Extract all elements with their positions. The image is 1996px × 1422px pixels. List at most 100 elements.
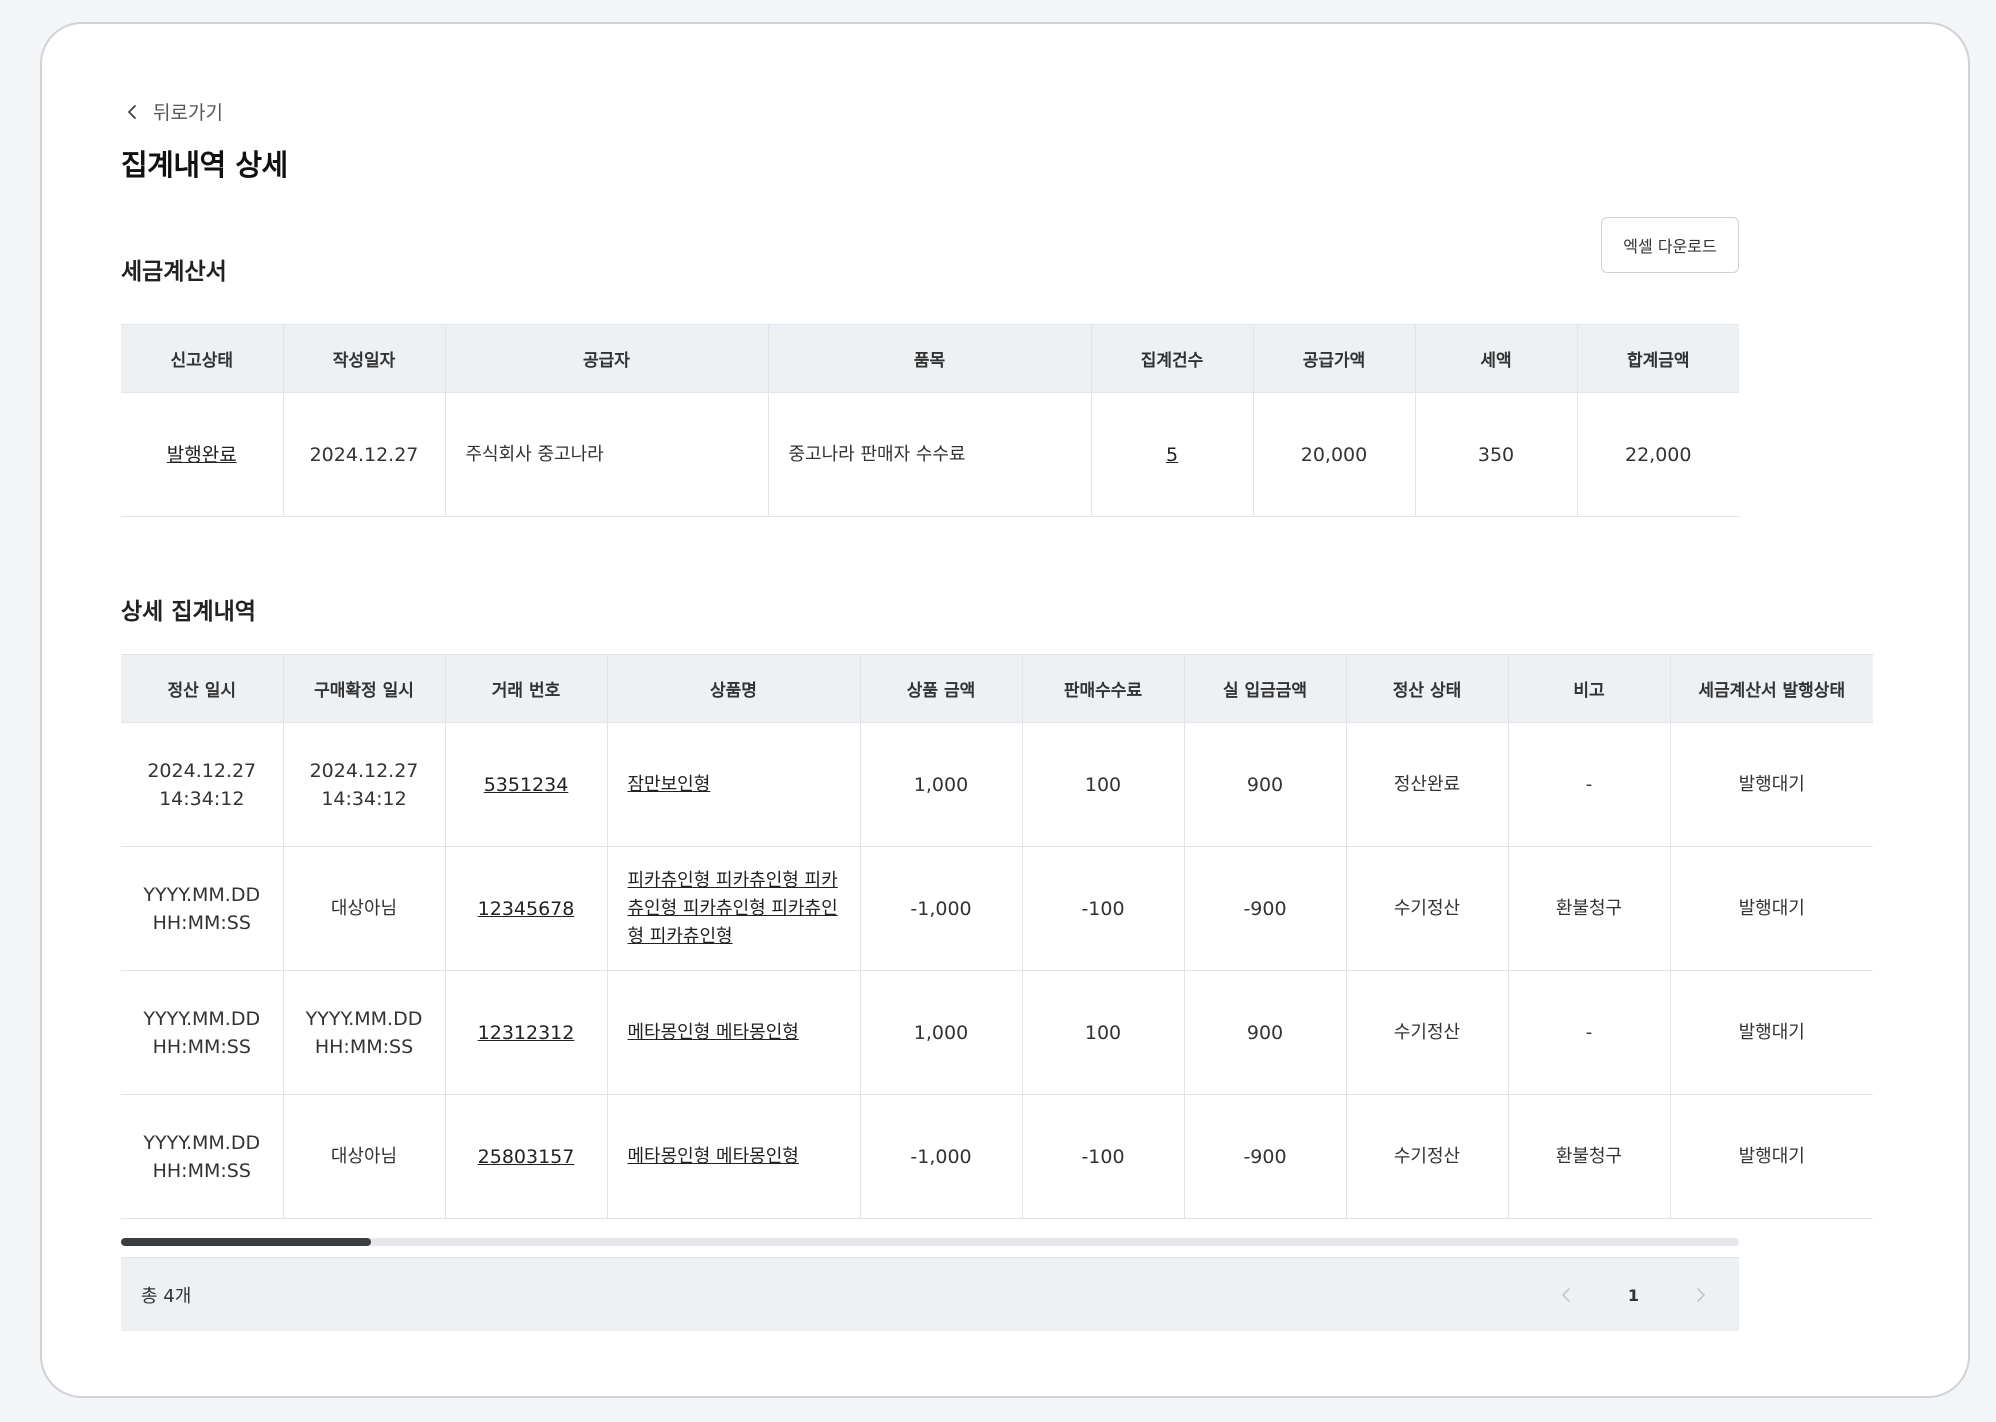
item-cell: 중고나라 판매자 수수료 [768,392,1092,517]
trade-number-link[interactable]: 12345678 [478,898,575,920]
supply-amount: 20,000 [1253,392,1416,517]
product-price: 1,000 [860,970,1023,1095]
column-header: 세금계산서 발행상태 [1670,654,1873,723]
table-row: 2024.12.27 14:34:12 2024.12.27 14:34:12 53… [121,722,1873,847]
sales-fee: 100 [1022,722,1185,847]
settle-date: YYYY.MM.DD [143,883,261,906]
trade-number-link[interactable]: 25803157 [478,1146,575,1168]
invoice-status: 발행대기 [1670,970,1873,1095]
report-status-link[interactable]: 발행완료 [167,444,237,466]
deposit-amount: -900 [1184,846,1347,971]
confirm-date: 2024.12.27 [309,759,419,782]
chevron-left-icon [128,104,136,119]
deposit-amount: 900 [1184,970,1347,1095]
settle-datetime: YYYY.MM.DD HH:MM:SS [121,1094,284,1219]
detail-table: 정산 일시 구매확정 일시 거래 번호 상품명 상품 금액 판매수수료 실 입금… [121,654,1873,1219]
column-header: 거래 번호 [445,654,608,723]
column-header: 품목 [768,324,1092,393]
table-row: YYYY.MM.DD HH:MM:SS YYYY.MM.DD HH:MM:SS 12… [121,970,1873,1095]
excel-download-button[interactable]: 엑셀 다운로드 [1601,217,1739,273]
confirm-date: 대상아님 [283,1094,446,1219]
note-cell: 환불청구 [1508,1094,1671,1219]
tax-invoice-table: 신고상태 작성일자 공급자 품목 집계건수 공급가액 세액 합계금액 발행완료 … [121,324,1739,517]
settle-time: HH:MM:SS [152,911,251,934]
table-footer: 총 4개 1 [121,1257,1739,1331]
product-price: -1,000 [860,846,1023,971]
back-label: 뒤로가기 [153,102,223,124]
settle-datetime: YYYY.MM.DD HH:MM:SS [121,846,284,971]
confirm-date: YYYY.MM.DD [305,1007,423,1030]
deposit-amount: -900 [1184,1094,1347,1219]
confirm-datetime: 2024.12.27 14:34:12 [283,722,446,847]
back-link[interactable]: 뒤로가기 [121,98,223,125]
sales-fee: -100 [1022,1094,1185,1219]
column-header: 정산 일시 [121,654,284,723]
column-header: 실 입금금액 [1184,654,1347,723]
settle-date: YYYY.MM.DD [143,1007,261,1030]
settle-date: YYYY.MM.DD [143,1131,261,1154]
written-date: 2024.12.27 [283,392,446,517]
invoice-status: 발행대기 [1670,846,1873,971]
aggregate-count-link[interactable]: 5 [1166,444,1178,466]
confirm-datetime: YYYY.MM.DD HH:MM:SS [283,970,446,1095]
settle-status: 수기정산 [1346,970,1509,1095]
trade-number-link[interactable]: 12312312 [478,1022,575,1044]
page-number[interactable]: 1 [1628,1286,1639,1305]
horizontal-scrollbar[interactable] [121,1238,1739,1246]
detail-section-title: 상세 집계내역 [121,599,256,625]
table-row: YYYY.MM.DD HH:MM:SS 대상아님 25803157 메타몽인형 메… [121,1094,1873,1219]
settle-status: 정산완료 [1346,722,1509,847]
scrollbar-thumb[interactable] [121,1238,371,1246]
page-title: 집계내역 상세 [121,148,288,182]
column-header: 세액 [1415,324,1578,393]
column-header: 공급자 [445,324,769,393]
settle-datetime: YYYY.MM.DD HH:MM:SS [121,970,284,1095]
settle-time: HH:MM:SS [152,1035,251,1058]
confirm-date: 대상아님 [283,846,446,971]
product-price: -1,000 [860,1094,1023,1219]
column-header: 비고 [1508,654,1671,723]
settle-datetime: 2024.12.27 14:34:12 [121,722,284,847]
settle-time: HH:MM:SS [152,1159,251,1182]
table-row: 발행완료 2024.12.27 주식회사 중고나라 중고나라 판매자 수수료 5… [121,392,1739,517]
note-cell: 환불청구 [1508,846,1671,971]
column-header: 상품명 [607,654,861,723]
confirm-time: HH:MM:SS [314,1035,414,1058]
tax-invoice-title: 세금계산서 [121,259,227,285]
product-name-link[interactable]: 잠만보인형 [628,774,711,795]
product-name-link[interactable]: 메타몽인형 메타몽인형 [628,1022,799,1043]
deposit-amount: 900 [1184,722,1347,847]
chevron-right-icon[interactable] [1691,1286,1709,1304]
column-header: 공급가액 [1253,324,1416,393]
column-header: 상품 금액 [860,654,1023,723]
note-cell: - [1508,970,1671,1095]
product-price: 1,000 [860,722,1023,847]
column-header: 구매확정 일시 [283,654,446,723]
settle-time: 14:34:12 [159,787,245,810]
total-count: 총 4개 [141,1285,192,1307]
sales-fee: -100 [1022,846,1185,971]
total-amount: 22,000 [1577,392,1739,517]
column-header: 정산 상태 [1346,654,1509,723]
product-name-link[interactable]: 메타몽인형 메타몽인형 [628,1146,799,1167]
confirm-time: 14:34:12 [321,787,407,810]
invoice-status: 발행대기 [1670,722,1873,847]
product-name-link[interactable]: 피카츄인형 피카츄인형 피카츄인형 피카츄인형 피카츄인형 피카츄인형 [628,870,838,947]
invoice-status: 발행대기 [1670,1094,1873,1219]
column-header: 판매수수료 [1022,654,1185,723]
column-header: 집계건수 [1091,324,1254,393]
trade-number-link[interactable]: 5351234 [484,774,569,796]
supplier-cell: 주식회사 중고나라 [445,392,769,517]
table-header-row: 정산 일시 구매확정 일시 거래 번호 상품명 상품 금액 판매수수료 실 입금… [121,654,1873,723]
settle-status: 수기정산 [1346,1094,1509,1219]
pagination: 1 [1558,1258,1709,1332]
column-header: 신고상태 [121,324,284,393]
settle-date: 2024.12.27 [147,759,257,782]
sales-fee: 100 [1022,970,1185,1095]
column-header: 합계금액 [1577,324,1739,393]
settle-status: 수기정산 [1346,846,1509,971]
chevron-left-icon[interactable] [1558,1286,1576,1304]
tax-amount: 350 [1415,392,1578,517]
table-row: YYYY.MM.DD HH:MM:SS 대상아님 12345678 피카츄인형 피… [121,846,1873,971]
note-cell: - [1508,722,1671,847]
